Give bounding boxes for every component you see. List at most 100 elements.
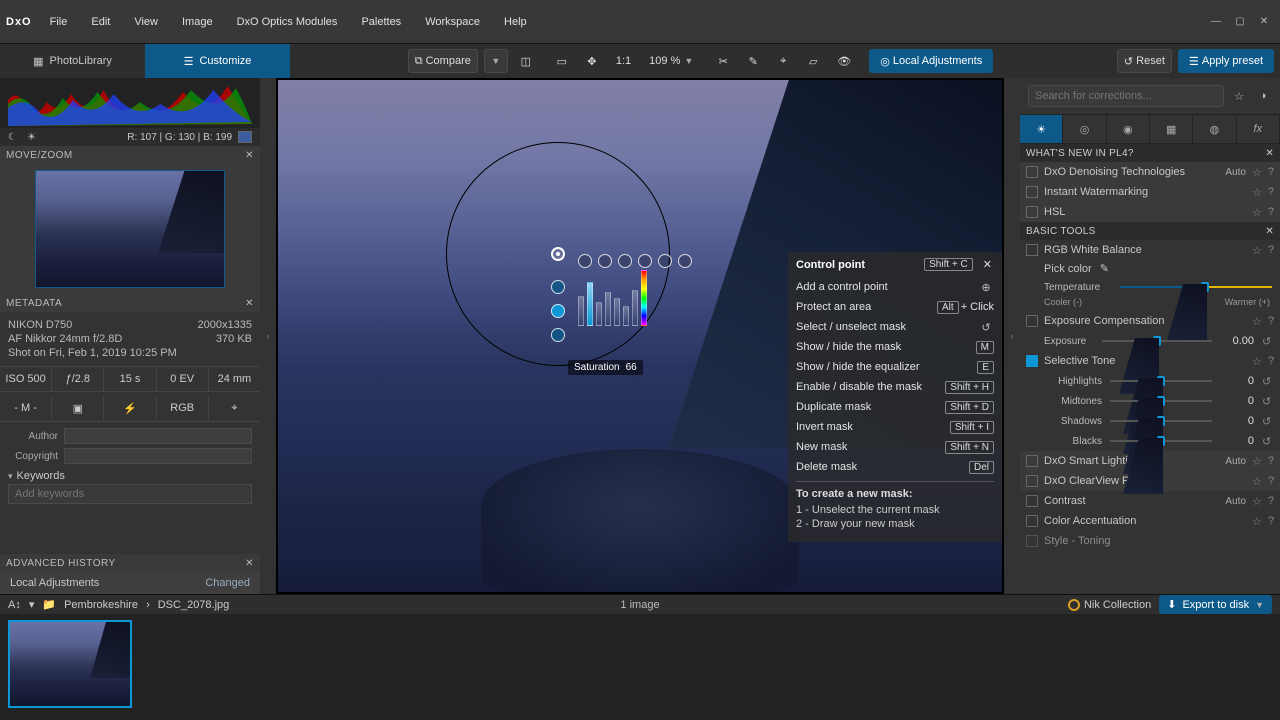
tab-effects[interactable]: fx [1237,115,1280,143]
context-item[interactable]: Add a control point⊕ [796,277,994,297]
move-zoom-header[interactable]: MOVE/ZOOM ✕ [0,146,260,164]
eyedropper-button[interactable]: ✎ [741,49,765,73]
author-input[interactable] [64,428,252,444]
reset-icon[interactable]: ↺ [1262,375,1272,388]
crop-button[interactable]: ✂ [711,49,735,73]
navigator-thumbnail[interactable] [35,170,225,288]
right-panel-toggle[interactable]: › [1004,78,1020,594]
eq-tool[interactable] [578,254,592,268]
context-item[interactable]: Protect an areaAlt + Click [796,297,994,317]
checkbox[interactable] [1026,515,1038,527]
help-icon[interactable]: ? [1268,206,1274,218]
minimize-button[interactable]: — [1206,14,1226,30]
apply-preset-button[interactable]: ☰ Apply preset [1178,49,1274,73]
close-icon[interactable]: ✕ [981,258,994,271]
cp-detail-icon[interactable] [551,328,565,342]
horizon-button[interactable]: ⌖ [771,49,795,73]
context-item[interactable]: Delete maskDel [796,457,994,477]
close-icon[interactable]: ✕ [245,150,254,161]
eq-tool[interactable] [658,254,672,268]
menu-workspace[interactable]: Workspace [415,0,490,43]
close-icon[interactable]: ✕ [245,558,254,569]
highlight-clip-icon[interactable]: ☀ [27,132,36,143]
help-icon[interactable]: ? [1268,495,1274,507]
help-icon[interactable]: ? [1268,355,1274,367]
checkbox[interactable] [1026,535,1038,547]
help-icon[interactable]: ? [1268,315,1274,327]
context-item[interactable]: Select / unselect mask↺ [796,317,994,337]
move-zoom-body[interactable] [0,164,260,294]
menu-help[interactable]: Help [494,0,537,43]
filmstrip-thumbnail[interactable] [8,620,132,708]
menu-palettes[interactable]: Palettes [351,0,411,43]
compare-dropdown[interactable]: ▼ [484,49,508,73]
folder-name[interactable]: Pembrokeshire [64,599,138,611]
cp-light-icon[interactable] [551,280,565,294]
toggle-icon[interactable]: ◑ [1254,90,1272,102]
eq-tool[interactable] [678,254,692,268]
style-toning-row[interactable]: Style - Toning [1020,531,1280,551]
checkbox[interactable] [1026,495,1038,507]
context-item[interactable]: New maskShift + N [796,437,994,457]
star-icon[interactable]: ☆ [1252,515,1262,528]
reset-icon[interactable]: ↺ [1262,435,1272,448]
reset-icon[interactable]: ↺ [1262,415,1272,428]
star-icon[interactable]: ☆ [1252,186,1262,199]
tab-customize[interactable]: ☰ Customize [145,44,290,78]
keywords-input[interactable] [8,484,252,504]
checkbox[interactable] [1026,206,1038,218]
menu-edit[interactable]: Edit [81,0,120,43]
star-icon[interactable]: ☆ [1252,495,1262,508]
context-item[interactable]: Enable / disable the maskShift + H [796,377,994,397]
color-accentuation-row[interactable]: Color Accentuation ☆ ? [1020,511,1280,531]
control-point-center[interactable] [551,247,565,261]
context-item[interactable]: Show / hide the equalizerE [796,357,994,377]
perspective-button[interactable]: ▱ [801,49,825,73]
context-item[interactable]: Invert maskShift + I [796,417,994,437]
help-icon[interactable]: ? [1268,515,1274,527]
hand-tool-button[interactable]: ✥ [580,49,604,73]
basic-tools-header[interactable]: BASIC TOOLS ✕ [1020,222,1280,240]
compare-button[interactable]: ⧉ Compare [408,49,478,73]
split-view-button[interactable]: ◫ [514,49,538,73]
star-icon[interactable]: ☆ [1252,244,1262,257]
star-icon[interactable]: ☆ [1252,206,1262,219]
exposure-slider[interactable]: Exposure 0.00 ↺ [1020,331,1280,351]
star-icon[interactable]: ☆ [1252,455,1262,468]
tab-detail[interactable]: ◉ [1107,115,1150,143]
menu-optics[interactable]: DxO Optics Modules [227,0,348,43]
help-icon[interactable]: ? [1268,475,1274,487]
tab-light[interactable]: ☀ [1020,115,1063,143]
contrast-row[interactable]: Contrast Auto ☆ ? [1020,491,1280,511]
tab-photolibrary[interactable]: ▦ PhotoLibrary [0,44,145,78]
help-icon[interactable]: ? [1268,186,1274,198]
white-balance-row[interactable]: RGB White Balance ☆ ? [1020,240,1280,260]
corrections-item[interactable]: Instant Watermarking☆? [1020,182,1280,202]
exposure-value[interactable]: 0.00 [1220,335,1254,347]
sort-icon[interactable]: A↕ [8,599,21,611]
tab-local[interactable]: ◍ [1193,115,1236,143]
temperature-slider[interactable]: Temperature [1020,277,1280,297]
copyright-input[interactable] [64,448,252,464]
eyedropper-icon[interactable]: ✎ [1100,262,1109,275]
close-button[interactable]: ✕ [1254,14,1274,30]
star-icon[interactable]: ☆ [1252,166,1262,179]
checkbox[interactable] [1026,315,1038,327]
checkbox[interactable] [1026,355,1038,367]
star-icon[interactable]: ☆ [1252,315,1262,328]
checkbox[interactable] [1026,244,1038,256]
file-name[interactable]: DSC_2078.jpg [158,599,230,611]
context-item[interactable]: Show / hide the maskM [796,337,994,357]
corrections-item[interactable]: HSL☆? [1020,202,1280,222]
context-item[interactable]: Duplicate maskShift + D [796,397,994,417]
eq-tool[interactable] [638,254,652,268]
menu-view[interactable]: View [124,0,168,43]
checkbox[interactable] [1026,166,1038,178]
tab-geometry[interactable]: ▦ [1150,115,1193,143]
left-panel-toggle[interactable]: ‹ [260,78,276,594]
redeye-button[interactable]: 👁 [831,49,857,73]
keywords-header[interactable]: ▾ Keywords [8,466,252,484]
help-icon[interactable]: ? [1268,166,1274,178]
shadow-clip-icon[interactable]: ☾ [8,132,17,143]
reset-icon[interactable]: ↺ [1262,335,1272,348]
